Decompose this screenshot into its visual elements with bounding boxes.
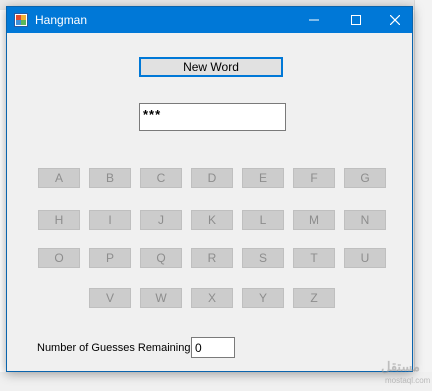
window-title: Hangman xyxy=(35,13,88,27)
letter-button-t[interactable]: T xyxy=(293,248,335,268)
letter-button-a[interactable]: A xyxy=(38,168,80,188)
background-app-panel xyxy=(414,0,432,391)
title-bar[interactable]: Hangman xyxy=(7,7,412,33)
minimize-icon[interactable] xyxy=(293,7,335,33)
letter-button-s[interactable]: S xyxy=(242,248,284,268)
app-icon xyxy=(14,13,28,27)
letter-button-i[interactable]: I xyxy=(89,210,131,230)
guesses-remaining-label: Number of Guesses Remaining xyxy=(37,342,191,354)
hangman-window: Hangman New Word *** A B C D E F G H I J… xyxy=(6,6,430,385)
letter-button-k[interactable]: K xyxy=(191,210,233,230)
letter-button-n[interactable]: N xyxy=(344,210,386,230)
letter-button-m[interactable]: M xyxy=(293,210,335,230)
letter-button-x[interactable]: X xyxy=(191,288,233,308)
guesses-remaining-field[interactable]: 0 xyxy=(191,337,235,358)
letter-button-p[interactable]: P xyxy=(89,248,131,268)
letter-button-w[interactable]: W xyxy=(140,288,182,308)
letter-button-g[interactable]: G xyxy=(344,168,386,188)
letter-button-v[interactable]: V xyxy=(89,288,131,308)
letter-button-l[interactable]: L xyxy=(242,210,284,230)
letter-button-r[interactable]: R xyxy=(191,248,233,268)
new-word-button[interactable]: New Word xyxy=(139,57,283,77)
letter-button-j[interactable]: J xyxy=(140,210,182,230)
watermark-logo: مستقل xyxy=(381,359,420,374)
letter-button-c[interactable]: C xyxy=(140,168,182,188)
maximize-icon[interactable] xyxy=(335,7,377,33)
letter-button-q[interactable]: Q xyxy=(140,248,182,268)
letter-button-y[interactable]: Y xyxy=(242,288,284,308)
watermark-url: mostaql.com xyxy=(385,376,431,385)
letter-button-d[interactable]: D xyxy=(191,168,233,188)
letter-button-h[interactable]: H xyxy=(38,210,80,230)
letter-button-e[interactable]: E xyxy=(242,168,284,188)
word-display: *** xyxy=(139,103,286,131)
letter-button-o[interactable]: O xyxy=(38,248,80,268)
close-icon[interactable] xyxy=(377,7,412,33)
letter-button-f[interactable]: F xyxy=(293,168,335,188)
background-app-statusbar xyxy=(0,372,432,391)
letter-button-u[interactable]: U xyxy=(344,248,386,268)
letter-button-b[interactable]: B xyxy=(89,168,131,188)
letter-button-z[interactable]: Z xyxy=(293,288,335,308)
